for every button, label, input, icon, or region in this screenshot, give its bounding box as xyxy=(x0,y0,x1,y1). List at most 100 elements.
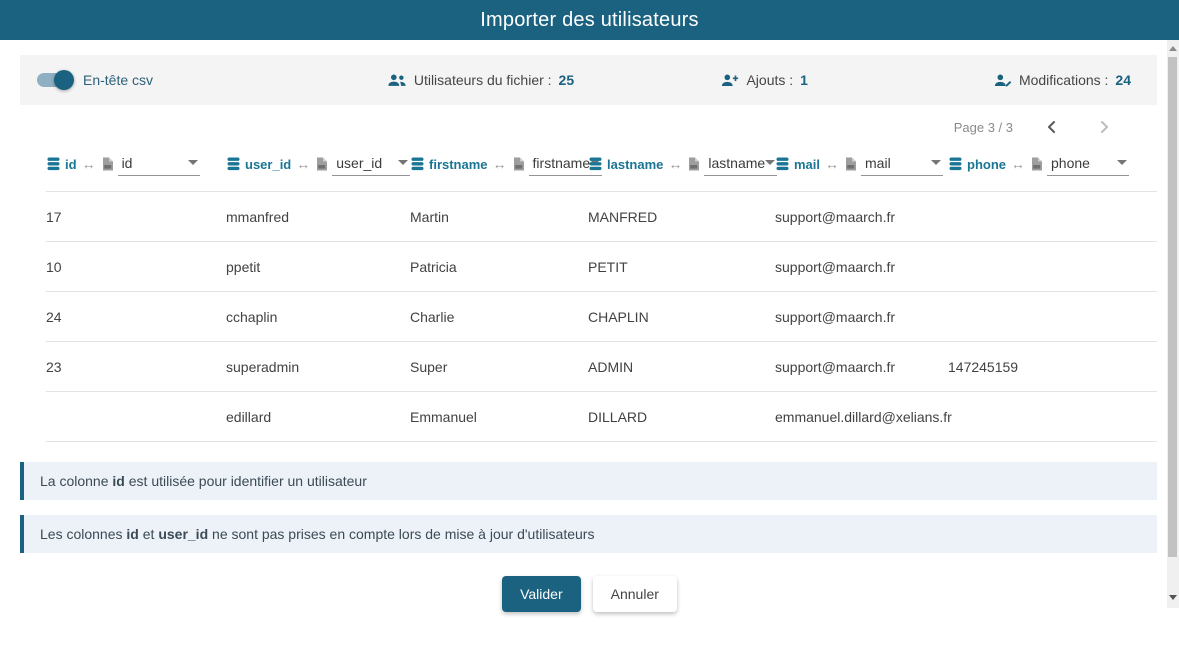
stat-modifications-count: 24 xyxy=(1115,72,1131,88)
select-caret-icon xyxy=(765,160,775,165)
csv-column-select-value: phone xyxy=(1051,155,1090,171)
table-cell: Charlie xyxy=(410,292,588,341)
scrollbar-down-arrow-icon[interactable] xyxy=(1169,595,1177,600)
table-cell: ppetit xyxy=(226,242,410,291)
mapping-arrow-icon: ↔ xyxy=(824,156,840,172)
database-icon xyxy=(410,157,425,171)
table-cell: CHAPLIN xyxy=(588,292,775,341)
database-icon xyxy=(588,157,603,171)
info-note: La colonne id est utilisée pour identifi… xyxy=(20,462,1157,500)
mapping-arrow-icon: ↔ xyxy=(81,156,97,172)
table-cell: 147245159 xyxy=(948,342,1157,391)
table-row: edillardEmmanuelDILLARDemmanuel.dillard@… xyxy=(46,392,1157,442)
column-header: mail ↔ mail xyxy=(775,151,948,177)
pagination: Page 3 / 3 xyxy=(0,105,1179,149)
cancel-button[interactable]: Annuler xyxy=(593,576,677,612)
csv-header-toggle[interactable]: En-tête csv xyxy=(37,72,153,88)
mapping-arrow-icon: ↔ xyxy=(667,156,683,172)
scrollbar-thumb[interactable] xyxy=(1168,57,1177,557)
csv-column-select[interactable]: mail xyxy=(861,153,943,176)
csv-column-select-value: firstname xyxy=(533,155,591,171)
mapping-arrow-icon: ↔ xyxy=(295,156,311,172)
csv-column-select[interactable]: id xyxy=(118,153,200,176)
db-column-label: id xyxy=(65,157,77,172)
mapping-arrow-icon: ↔ xyxy=(1010,156,1026,172)
db-column-label: lastname xyxy=(607,157,663,172)
table-cell: support@maarch.fr xyxy=(775,342,948,391)
csv-column-select-value: mail xyxy=(865,155,891,171)
stat-additions: Ajouts : 1 xyxy=(721,72,808,88)
modal-titlebar: Importer des utilisateurs xyxy=(0,0,1179,40)
csv-file-icon xyxy=(101,157,114,171)
table-cell: DILLARD xyxy=(588,392,775,441)
table-cell: Martin xyxy=(410,192,588,241)
select-caret-icon xyxy=(1117,160,1127,165)
info-note: Les colonnes id et user_id ne sont pas p… xyxy=(20,515,1157,553)
table-cell: Super xyxy=(410,342,588,391)
stat-additions-label: Ajouts : xyxy=(746,72,793,88)
column-header: firstname ↔ firstname xyxy=(410,151,588,177)
users-icon xyxy=(387,73,407,88)
table-cell: edillard xyxy=(226,392,410,441)
footer-actions: Valider Annuler xyxy=(0,576,1179,612)
database-icon xyxy=(46,157,61,171)
csv-column-select-value: lastname xyxy=(708,155,765,171)
table-cell: ADMIN xyxy=(588,342,775,391)
table-cell xyxy=(948,392,1157,441)
toggle-track[interactable] xyxy=(37,73,71,87)
info-notes: La colonne id est utilisée pour identifi… xyxy=(20,462,1157,553)
table-cell: cchaplin xyxy=(226,292,410,341)
table-cell: Emmanuel xyxy=(410,392,588,441)
database-icon xyxy=(948,157,963,171)
table-row: 24cchaplinCharlieCHAPLINsupport@maarch.f… xyxy=(46,292,1157,342)
mapping-table: id ↔ id user_id ↔ xyxy=(46,151,1157,442)
stat-file-users-label: Utilisateurs du fichier : xyxy=(414,72,552,88)
table-cell xyxy=(948,242,1157,291)
stats-bar: En-tête csv Utilisateurs du fichier : 25 xyxy=(20,55,1157,105)
table-cell: emmanuel.dillard@xelians.fr xyxy=(775,392,948,441)
csv-column-select-value: user_id xyxy=(336,155,382,171)
validate-button[interactable]: Valider xyxy=(502,576,581,612)
db-column-label: firstname xyxy=(429,157,488,172)
table-cell: PETIT xyxy=(588,242,775,291)
csv-file-icon xyxy=(844,157,857,171)
import-users-modal: Importer des utilisateurs En-tête csv Ut xyxy=(0,0,1179,653)
csv-file-icon xyxy=(1030,157,1043,171)
table-cell xyxy=(948,192,1157,241)
page-indicator: Page 3 / 3 xyxy=(954,120,1013,135)
db-column-label: mail xyxy=(794,157,820,172)
table-cell xyxy=(46,392,226,441)
table-row: 10ppetitPatriciaPETITsupport@maarch.fr xyxy=(46,242,1157,292)
table-body: 17mmanfredMartinMANFREDsupport@maarch.fr… xyxy=(46,191,1157,442)
table-header-row: id ↔ id user_id ↔ xyxy=(46,151,1157,177)
csv-header-toggle-label: En-tête csv xyxy=(83,72,153,88)
table-cell: support@maarch.fr xyxy=(775,292,948,341)
select-caret-icon xyxy=(398,160,408,165)
column-header: user_id ↔ user_id xyxy=(226,151,410,177)
vertical-scrollbar[interactable] xyxy=(1167,40,1179,608)
column-header: id ↔ id xyxy=(46,151,226,177)
modal-title: Importer des utilisateurs xyxy=(480,9,698,32)
csv-column-select[interactable]: user_id xyxy=(332,153,410,176)
previous-page-button[interactable] xyxy=(1039,114,1065,140)
csv-column-select[interactable]: lastname xyxy=(704,153,777,176)
table-cell: 23 xyxy=(46,342,226,391)
stat-modifications-label: Modifications : xyxy=(1019,72,1108,88)
csv-file-icon xyxy=(315,157,328,171)
table-cell: Patricia xyxy=(410,242,588,291)
table-cell: support@maarch.fr xyxy=(775,242,948,291)
database-icon xyxy=(226,157,241,171)
next-page-button[interactable] xyxy=(1091,114,1117,140)
scrollbar-up-arrow-icon[interactable] xyxy=(1169,46,1177,51)
csv-column-select[interactable]: phone xyxy=(1047,153,1129,176)
table-cell: 17 xyxy=(46,192,226,241)
mapping-arrow-icon: ↔ xyxy=(492,156,508,172)
table-row: 23superadminSuperADMINsupport@maarch.fr1… xyxy=(46,342,1157,392)
select-caret-icon xyxy=(931,160,941,165)
toggle-knob[interactable] xyxy=(54,70,74,90)
db-column-label: phone xyxy=(967,157,1006,172)
stat-file-users: Utilisateurs du fichier : 25 xyxy=(387,72,574,88)
table-cell: support@maarch.fr xyxy=(775,192,948,241)
table-cell xyxy=(948,292,1157,341)
person-plus-icon xyxy=(721,73,739,88)
